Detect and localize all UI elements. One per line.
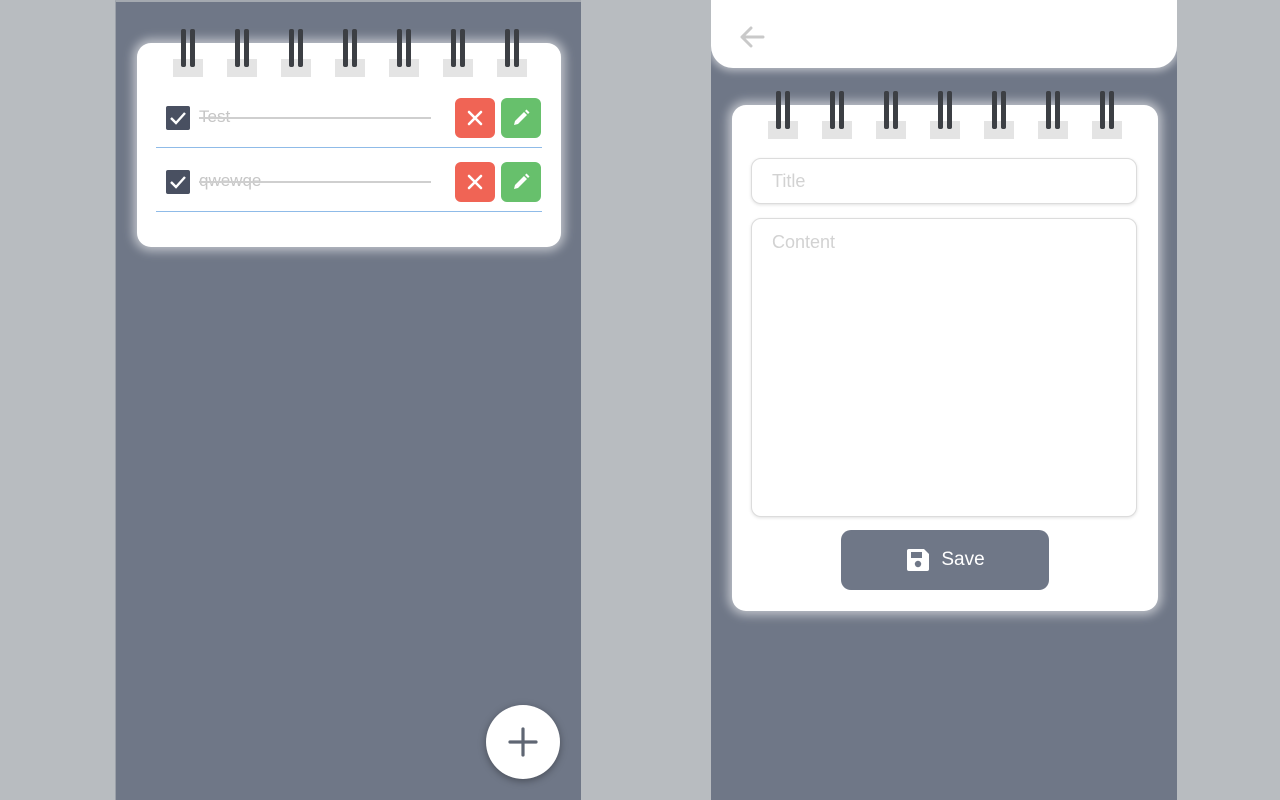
title-input[interactable] [751,158,1137,204]
arrow-left-icon [740,26,765,48]
back-button[interactable] [735,20,769,54]
spiral-ring [227,29,257,77]
add-todo-button[interactable] [486,705,560,779]
spiral-rings [732,91,1158,139]
spiral-ring [1038,91,1068,139]
spiral-rings [137,29,561,77]
check-icon [170,176,186,189]
spiral-ring [389,29,419,77]
spiral-ring [281,29,311,77]
strikethrough-line [199,117,431,119]
spiral-ring [930,91,960,139]
edit-button[interactable] [501,162,541,202]
floppy-disk-icon [907,549,930,571]
content-textarea[interactable] [751,218,1137,517]
spiral-ring [984,91,1014,139]
save-button[interactable]: Save [841,530,1049,590]
todo-item: qwewqe [156,162,542,212]
spiral-ring [1092,91,1122,139]
close-icon [467,174,483,190]
close-icon [467,110,483,126]
spiral-ring [443,29,473,77]
spiral-ring [173,29,203,77]
todo-checkbox[interactable] [166,106,190,130]
todo-checkbox[interactable] [166,170,190,194]
check-icon [170,112,186,125]
list-screen: Test qwewqe [115,0,581,800]
top-app-bar [711,0,1177,68]
todo-item: Test [156,98,542,148]
pencil-icon [514,109,530,125]
save-label: Save [941,549,985,570]
edit-screen: Save [711,0,1177,800]
strikethrough-line [199,181,431,183]
spiral-ring [876,91,906,139]
delete-button[interactable] [455,98,495,138]
spiral-ring [335,29,365,77]
edit-button[interactable] [501,98,541,138]
spiral-ring [768,91,798,139]
notebook-card: Test qwewqe [137,29,561,247]
spiral-ring [822,91,852,139]
plus-icon [508,727,538,757]
pencil-icon [514,173,530,189]
notebook-card: Save [732,91,1158,611]
spiral-ring [497,29,527,77]
delete-button[interactable] [455,162,495,202]
